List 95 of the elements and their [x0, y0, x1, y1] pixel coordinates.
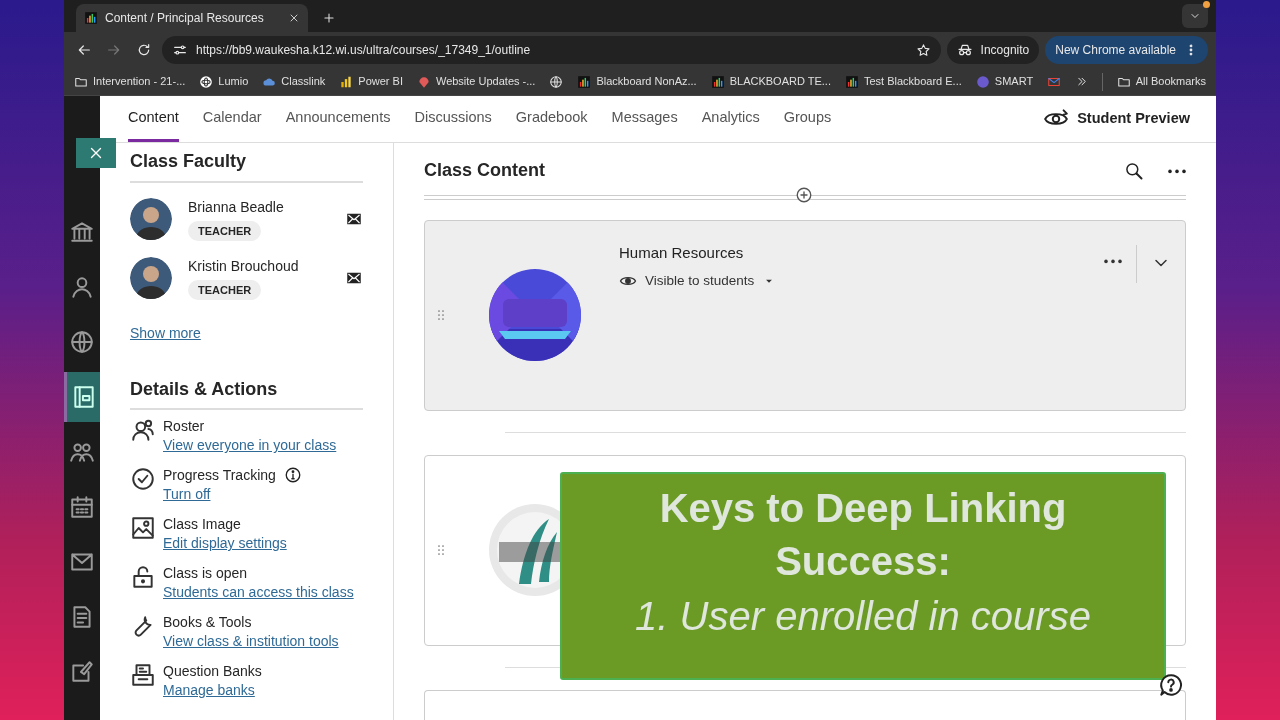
nav-tab[interactable]: Analytics: [701, 96, 760, 142]
institution-icon: [69, 219, 95, 245]
section-heading: Class Faculty: [130, 151, 363, 183]
url-text: https://bb9.waukesha.k12.wi.us/ultra/courses/_17349_1/outline: [196, 42, 532, 59]
dots-icon: [1104, 259, 1122, 264]
person-icon: [69, 274, 95, 300]
help-button[interactable]: [1158, 672, 1184, 698]
calendar-icon: [69, 494, 95, 520]
bookmark[interactable]: Website Updates -...: [416, 73, 536, 90]
nav-tab[interactable]: Announcements: [285, 96, 391, 142]
bookmark[interactable]: Blackboard NonAz...: [577, 73, 697, 90]
check-circle-icon: [130, 466, 156, 493]
show-more-link[interactable]: Show more: [130, 322, 201, 344]
bookmark[interactable]: [549, 74, 564, 89]
role-badge: TEACHER: [188, 279, 262, 301]
tab-title: Content / Principal Resources: [105, 10, 265, 27]
disc-icon: [975, 74, 990, 89]
new-tab-icon[interactable]: [322, 11, 336, 25]
detail-link[interactable]: Students can access this class: [163, 582, 354, 604]
address-bar[interactable]: https://bb9.waukesha.k12.wi.us/ultra/courses/_17349_1/outline: [162, 36, 941, 64]
update-button[interactable]: New Chrome available: [1045, 36, 1208, 64]
nav-tab[interactable]: Calendar: [202, 96, 262, 142]
people-icon: [130, 417, 156, 444]
nav-tab[interactable]: Messages: [611, 96, 678, 142]
atom-icon: [199, 74, 214, 89]
info-icon[interactable]: [283, 466, 302, 485]
browser-tab[interactable]: Content / Principal Resources: [76, 4, 308, 32]
bookmark[interactable]: BLACKBOARD TE...: [710, 73, 831, 90]
detail-label: Progress Tracking: [163, 466, 276, 485]
incognito-label: Incognito: [980, 42, 1030, 59]
bar-chart-icon: [577, 74, 592, 89]
nav-tab[interactable]: Gradebook: [515, 96, 588, 142]
bookmark[interactable]: Power BI: [339, 73, 403, 90]
faculty-name: Brianna Beadle: [188, 197, 285, 217]
reload-icon: [136, 42, 152, 58]
detail-label: Class Image: [163, 515, 241, 534]
content-card[interactable]: Human Resources Visible to students: [424, 220, 1186, 411]
item-title[interactable]: Human Resources: [619, 242, 777, 265]
banner-heading: Keys to Deep Linking Success:: [658, 485, 1068, 585]
image-icon: [130, 515, 156, 542]
detail-label: Question Banks: [163, 662, 262, 681]
bookmark[interactable]: Test Blackboard E...: [844, 73, 962, 90]
incognito-icon: [956, 42, 973, 58]
detail-link[interactable]: Manage banks: [163, 680, 262, 702]
item-options-button[interactable]: [1104, 259, 1122, 264]
banner-text: 1. User enrolled in course: [634, 593, 1092, 640]
detail-link[interactable]: Edit display settings: [163, 533, 287, 555]
detail-label: Books & Tools: [163, 613, 252, 632]
avatar: [130, 198, 172, 241]
back-icon: [76, 42, 92, 58]
role-badge: TEACHER: [188, 220, 262, 242]
bar-chart-icon: [844, 74, 859, 89]
star-icon[interactable]: [915, 42, 931, 58]
globe-icon: [69, 329, 95, 355]
nav-tab[interactable]: Groups: [783, 96, 832, 142]
faculty-name: Kristin Brouchoud: [188, 256, 300, 276]
more-options-button[interactable]: [1168, 168, 1186, 174]
incognito-badge[interactable]: Incognito: [946, 36, 1040, 64]
add-icon[interactable]: [795, 186, 813, 204]
tray-icon: [130, 662, 156, 689]
bar-chart-icon: [84, 11, 98, 25]
bookmark[interactable]: Lumio: [199, 73, 249, 90]
detail-label: Class is open: [163, 564, 248, 583]
bookmark[interactable]: SMART: [975, 73, 1034, 90]
all-bookmarks[interactable]: All Bookmarks: [1116, 73, 1206, 90]
help-icon: [1158, 672, 1184, 698]
avatar: [130, 257, 172, 300]
content-heading: Class Content: [424, 160, 546, 182]
bar-chart-icon: [339, 74, 354, 89]
double-chevron-icon: [1075, 75, 1089, 88]
student-preview-button[interactable]: Student Preview: [1037, 96, 1196, 142]
tune-icon[interactable]: [172, 42, 188, 58]
forward-icon: [106, 42, 122, 58]
bookmark[interactable]: Classlink: [262, 73, 326, 90]
tab-list-button[interactable]: [1182, 4, 1208, 28]
search-button[interactable]: [1124, 161, 1144, 181]
detail-label: Roster: [163, 417, 205, 436]
close-icon[interactable]: [288, 12, 300, 24]
nav-tab[interactable]: Discussions: [414, 96, 492, 142]
detail-link[interactable]: View everyone in your class: [163, 435, 337, 457]
globe-icon: [549, 74, 564, 89]
detail-link[interactable]: Turn off: [163, 484, 302, 506]
nav-tab[interactable]: Content: [128, 96, 179, 142]
bookmark[interactable]: Intervention - 21-...: [74, 73, 186, 90]
search-icon: [1124, 161, 1144, 181]
more-bookmarks-button[interactable]: [1075, 75, 1089, 88]
pin-icon: [416, 74, 431, 89]
bar-chart-icon: [710, 74, 725, 89]
unlock-icon: [130, 564, 156, 591]
section-heading: Details & Actions: [130, 378, 363, 411]
edit-icon: [69, 659, 95, 685]
detail-link[interactable]: View class & institution tools: [163, 631, 339, 653]
notification-dot: [1203, 1, 1210, 8]
dots-icon: [1168, 168, 1186, 174]
visibility-button[interactable]: Visible to students: [619, 270, 777, 291]
